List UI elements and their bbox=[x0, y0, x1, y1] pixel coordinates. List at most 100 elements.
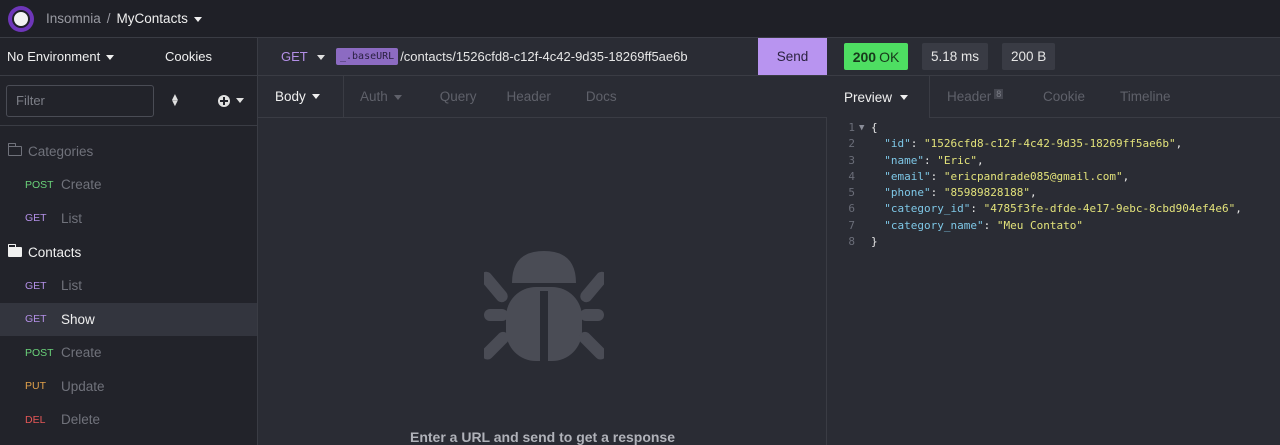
request-item[interactable]: DEL Delete bbox=[0, 403, 257, 437]
folder-open-icon bbox=[7, 244, 22, 257]
code-line: 4 "email": "ericpandrade085@gmail.com", bbox=[827, 169, 1280, 185]
environment-label: No Environment bbox=[7, 49, 101, 64]
method-badge: DEL bbox=[25, 413, 46, 426]
request-item[interactable]: POST Create bbox=[0, 336, 257, 370]
response-meta-bar: 200 OK 5.18 ms 200 B bbox=[827, 38, 1280, 76]
method-badge: PUT bbox=[25, 380, 46, 393]
request-name: Create bbox=[61, 345, 102, 361]
method-badge: GET bbox=[25, 313, 47, 326]
sidebar: No Environment Cookies ▲▼ Categories POS… bbox=[0, 38, 258, 445]
json-key: "phone" bbox=[884, 186, 931, 200]
code-line: 3 "name": "Eric", bbox=[827, 153, 1280, 169]
status-badge: 200 OK bbox=[844, 43, 908, 70]
json-brace: { bbox=[871, 121, 878, 134]
environment-dropdown[interactable]: No Environment bbox=[7, 49, 115, 64]
code-line: 6 "category_id": "4785f3fe-dfde-4e17-9eb… bbox=[827, 201, 1280, 217]
chevron-down-icon bbox=[106, 55, 115, 61]
request-item-active[interactable]: GET Show bbox=[0, 302, 257, 336]
response-time-badge: 5.18 ms bbox=[922, 43, 989, 70]
cookies-button[interactable]: Cookies bbox=[165, 49, 212, 64]
tab-timeline[interactable]: Timeline bbox=[1120, 89, 1171, 104]
line-number: 5 bbox=[848, 186, 855, 200]
response-json-viewer: 1 ▼{ 2 "id": "1526cfd8-c12f-4c42-9d35-182… bbox=[827, 120, 1280, 250]
json-key: "category_id" bbox=[884, 202, 971, 216]
method-badge: GET bbox=[25, 279, 47, 292]
send-button[interactable]: Send bbox=[758, 38, 827, 75]
json-value: "ericpandrade085@gmail.com" bbox=[943, 169, 1123, 183]
tab-label: Header bbox=[947, 89, 992, 104]
fold-toggle-icon[interactable]: ▼ bbox=[859, 120, 871, 136]
json-value: "1526cfd8-c12f-4c42-9d35-18269ff5ae6b" bbox=[924, 137, 1176, 151]
json-value: "4785f3fe-dfde-4e17-9ebc-8cbd904ef4e6" bbox=[983, 202, 1236, 216]
tab-response-header[interactable]: Header 8 bbox=[947, 89, 1004, 104]
json-brace: } bbox=[871, 235, 878, 249]
breadcrumb-separator: / bbox=[106, 11, 111, 26]
status-text: OK bbox=[879, 48, 900, 65]
folder-categories[interactable]: Categories bbox=[0, 134, 257, 168]
tab-cookie[interactable]: Cookie bbox=[1043, 89, 1085, 104]
tab-label: Body bbox=[275, 89, 306, 104]
filter-input[interactable] bbox=[6, 84, 154, 117]
line-number: 8 bbox=[848, 235, 855, 249]
line-number: 2 bbox=[848, 137, 855, 151]
request-item[interactable]: GET List bbox=[0, 202, 257, 236]
url-input[interactable]: /contacts/1526cfd8-c12f-4c42-9d35-18269f… bbox=[400, 49, 687, 64]
sort-icon[interactable]: ▲ ▼ bbox=[170, 92, 180, 108]
request-body-panel: Enter a URL and send to get a response bbox=[258, 118, 827, 445]
request-item[interactable]: GET List bbox=[0, 269, 257, 303]
response-tabs: Preview Header 8 Cookie Timeline bbox=[827, 76, 1280, 118]
top-bar: Insomnia / MyContacts bbox=[0, 0, 1280, 38]
tab-preview[interactable]: Preview bbox=[827, 76, 930, 118]
filter-row: ▲▼ bbox=[0, 76, 257, 126]
url-bar: GET _.baseURL /contacts/1526cfd8-c12f-4c… bbox=[258, 38, 827, 76]
collection-dropdown[interactable]: MyContacts bbox=[117, 11, 202, 26]
json-key: "email" bbox=[884, 169, 931, 183]
tab-label: Auth bbox=[360, 89, 388, 104]
chevron-down-icon bbox=[236, 98, 244, 103]
code-line: 1 ▼{ bbox=[827, 120, 1280, 136]
bug-icon bbox=[484, 251, 604, 361]
chevron-down-icon bbox=[316, 55, 325, 61]
method-label: GET bbox=[281, 49, 308, 64]
tab-docs[interactable]: Docs bbox=[586, 89, 617, 104]
add-menu-button[interactable] bbox=[218, 94, 244, 107]
request-name: Show bbox=[61, 311, 95, 327]
method-badge: GET bbox=[25, 212, 47, 225]
insomnia-logo-icon[interactable] bbox=[8, 5, 34, 32]
json-key: "category_name" bbox=[884, 218, 984, 232]
empty-state-message: Enter a URL and send to get a response bbox=[409, 429, 676, 445]
workspace-link[interactable]: Insomnia bbox=[46, 11, 101, 26]
folder-contacts[interactable]: Contacts bbox=[0, 235, 257, 269]
method-badge: POST bbox=[25, 346, 54, 359]
header-count-badge: 8 bbox=[994, 89, 1004, 99]
json-value: "Eric" bbox=[937, 153, 977, 167]
request-item[interactable]: PUT Update bbox=[0, 370, 257, 404]
line-number: 4 bbox=[848, 169, 855, 183]
request-name: List bbox=[61, 278, 83, 294]
request-name: Update bbox=[61, 378, 105, 394]
chevron-down-icon bbox=[393, 94, 402, 100]
code-line: 5 "phone": "85989828188", bbox=[827, 185, 1280, 201]
tab-body[interactable]: Body bbox=[258, 75, 344, 118]
method-dropdown[interactable]: GET bbox=[258, 49, 336, 64]
chevron-down-icon bbox=[311, 94, 320, 99]
code-line: 2 "id": "1526cfd8-c12f-4c42-9d35-18269ff… bbox=[827, 136, 1280, 152]
environment-row: No Environment Cookies bbox=[0, 38, 257, 76]
line-number: 7 bbox=[848, 218, 855, 232]
tab-header[interactable]: Header bbox=[507, 89, 551, 104]
breadcrumb: Insomnia / MyContacts bbox=[46, 11, 202, 26]
folder-label: Contacts bbox=[28, 244, 82, 260]
json-key: "id" bbox=[884, 137, 911, 151]
line-number: 6 bbox=[848, 202, 855, 216]
tab-auth[interactable]: Auth bbox=[360, 89, 402, 104]
request-item[interactable]: POST Create bbox=[0, 168, 257, 202]
json-value: "Meu Contato" bbox=[996, 218, 1083, 232]
request-name: Create bbox=[61, 177, 102, 193]
request-name: List bbox=[61, 210, 83, 226]
tab-label: Preview bbox=[844, 89, 893, 105]
base-url-tag[interactable]: _.baseURL bbox=[336, 48, 399, 65]
tab-query[interactable]: Query bbox=[440, 89, 477, 104]
request-tabs: Body Auth Query Header Docs bbox=[258, 75, 827, 118]
code-line: 8} bbox=[827, 234, 1280, 250]
chevron-down-icon bbox=[900, 94, 909, 100]
